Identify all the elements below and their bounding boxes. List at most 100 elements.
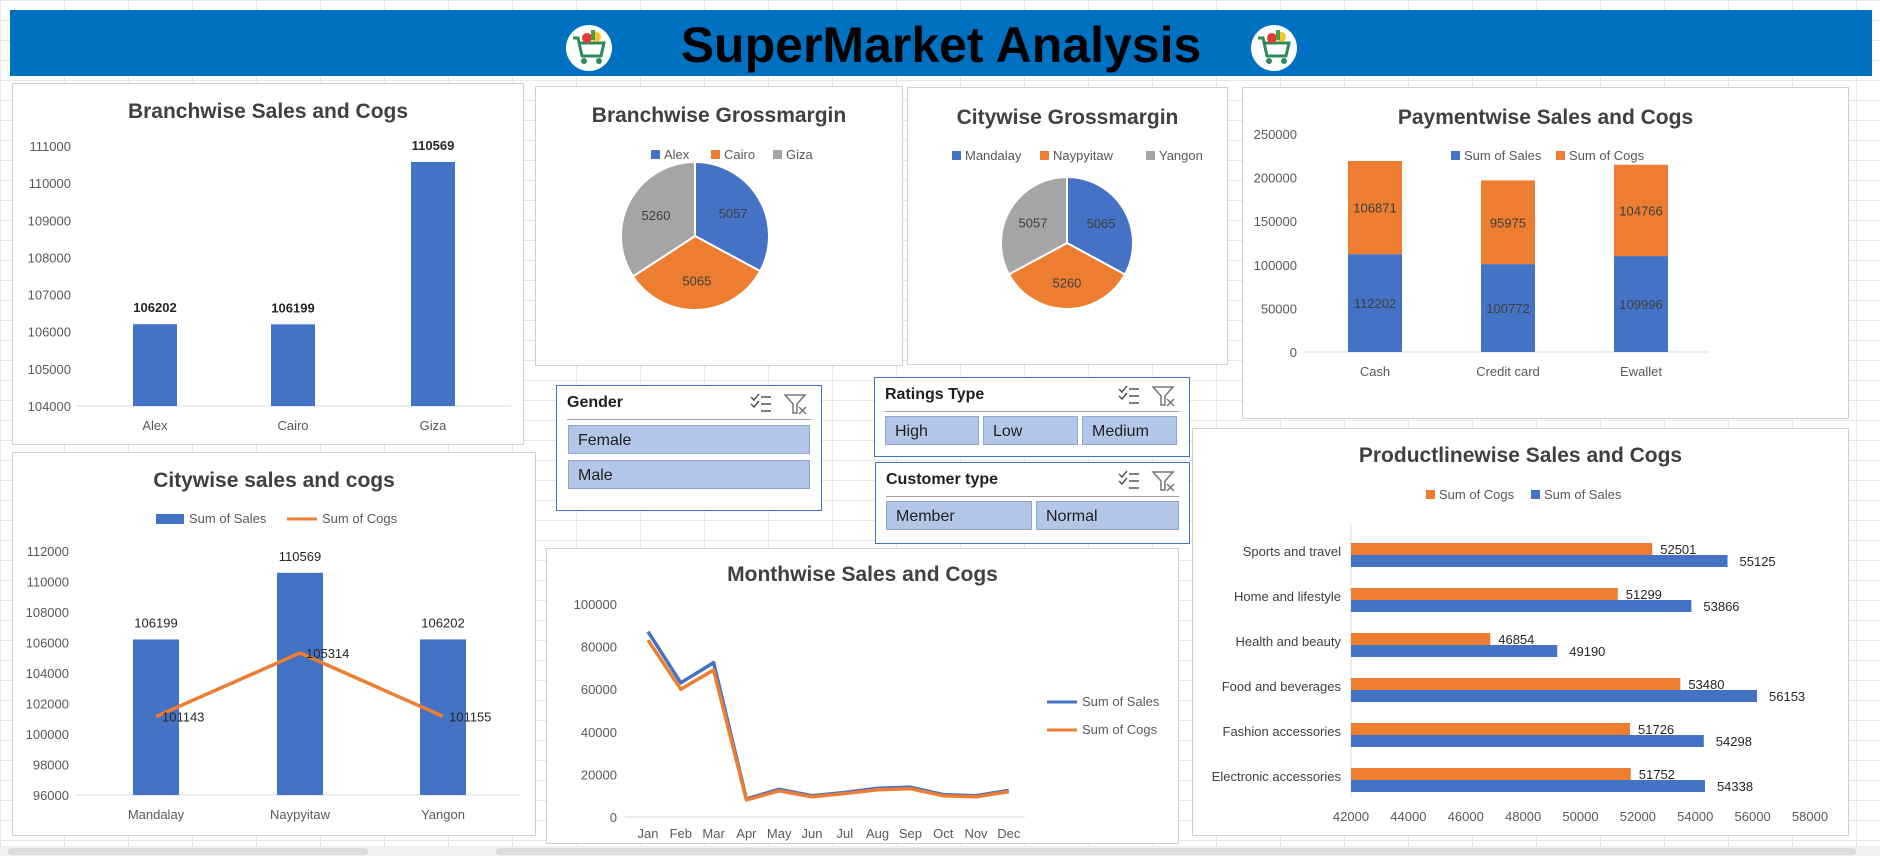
legend-label: Mandalay bbox=[965, 148, 1022, 163]
x-tick-label: 50000 bbox=[1562, 809, 1598, 824]
x-tick-label: Nov bbox=[964, 826, 988, 841]
x-tick-label: 58000 bbox=[1792, 809, 1828, 824]
data-label: 5260 bbox=[1052, 276, 1081, 291]
slicer-item-medium[interactable]: Medium bbox=[1082, 416, 1177, 445]
y-tick-label: 108000 bbox=[26, 605, 69, 620]
data-label: 54298 bbox=[1716, 734, 1752, 749]
x-tick-label: Giza bbox=[420, 418, 448, 433]
y-tick-label: 104000 bbox=[26, 666, 69, 681]
page-title: SuperMarket Analysis bbox=[680, 17, 1202, 73]
x-tick-label: Aug bbox=[866, 826, 889, 841]
x-tick-label: Sep bbox=[899, 826, 922, 841]
y-tick-label: 0 bbox=[1290, 345, 1297, 360]
title-banner: SuperMarket Analysis bbox=[10, 10, 1872, 76]
data-label: 49190 bbox=[1569, 644, 1605, 659]
x-tick-label: Cairo bbox=[277, 418, 308, 433]
y-tick-label: 108000 bbox=[28, 250, 71, 265]
y-tick-label: 106000 bbox=[28, 325, 71, 340]
branch-sales-plot: 104000 105000 106000 107000 108000 109000 1100… bbox=[28, 138, 511, 433]
scrollbar-thumb[interactable] bbox=[8, 848, 368, 855]
data-label: 109996 bbox=[1619, 297, 1662, 312]
legend-swatch bbox=[1040, 151, 1049, 160]
clear-filter-icon bbox=[783, 394, 807, 415]
city-sales-chart[interactable]: Citywise sales and cogs 96000 98000 100000… bbox=[12, 452, 536, 836]
data-label: 112202 bbox=[1354, 296, 1396, 311]
slicer-item-member[interactable]: Member bbox=[886, 501, 1032, 530]
y-tick-label: 80000 bbox=[581, 640, 617, 655]
slicer-title: Gender bbox=[567, 394, 624, 411]
city-margin-chart[interactable]: Citywise Grossmargin 5065 5260 5057 Mandala… bbox=[907, 87, 1228, 365]
ratings-slicer[interactable]: Ratings Type High Low Medium bbox=[874, 377, 1190, 457]
x-tick-label: Alex bbox=[142, 418, 168, 433]
data-label: 52501 bbox=[1660, 542, 1696, 557]
bar-sales bbox=[1351, 690, 1758, 702]
x-tick-label: Oct bbox=[933, 826, 954, 841]
legend-label: Sum of Sales bbox=[1544, 487, 1622, 502]
x-tick-label: Mar bbox=[702, 826, 725, 841]
x-tick-label: Jun bbox=[802, 826, 823, 841]
x-tick-label: 44000 bbox=[1390, 809, 1426, 824]
data-label: 53866 bbox=[1703, 599, 1739, 614]
y-tick-label: 112000 bbox=[27, 544, 69, 559]
legend-swatch bbox=[1531, 490, 1540, 499]
y-tick-label: 96000 bbox=[33, 788, 69, 803]
data-label: 54338 bbox=[1717, 779, 1753, 794]
slicer-item-normal[interactable]: Normal bbox=[1036, 501, 1179, 530]
legend-label: Sum of Sales bbox=[189, 511, 267, 526]
y-tick-label: Fashion accessories bbox=[1223, 724, 1342, 739]
data-label: 55125 bbox=[1740, 554, 1776, 569]
legend-label: Sum of Cogs bbox=[1082, 722, 1158, 737]
y-tick-label: 250000 bbox=[1254, 127, 1297, 142]
y-tick-label: 0 bbox=[610, 810, 617, 825]
y-tick-label: Sports and travel bbox=[1243, 544, 1341, 559]
data-label: 106199 bbox=[134, 615, 177, 630]
x-tick-label: Jan bbox=[638, 826, 659, 841]
legend-label: Giza bbox=[786, 147, 814, 162]
x-tick-label: 42000 bbox=[1333, 809, 1369, 824]
legend-swatch bbox=[1556, 151, 1565, 160]
slicer-item-male[interactable]: Male bbox=[568, 460, 810, 489]
slicer-icons bbox=[750, 393, 807, 415]
y-tick-label: Home and lifestyle bbox=[1234, 589, 1341, 604]
slicer-item-high[interactable]: High bbox=[885, 416, 979, 445]
legend-label: Cairo bbox=[724, 147, 755, 162]
y-tick-label: 20000 bbox=[581, 767, 617, 782]
data-label: 100772 bbox=[1486, 301, 1529, 316]
product-chart[interactable]: Productlinewise Sales and Cogs 42000 4400… bbox=[1192, 428, 1849, 836]
y-tick-label: 98000 bbox=[33, 758, 69, 773]
data-label: 106871 bbox=[1353, 201, 1396, 216]
bar-sales bbox=[1351, 645, 1558, 657]
y-tick-label: 50000 bbox=[1261, 301, 1297, 316]
gender-slicer[interactable]: Gender Female Male bbox=[556, 385, 822, 511]
bar-cogs bbox=[1351, 723, 1631, 735]
branch-sales-chart[interactable]: Branchwise Sales and Cogs 104000 105000 10… bbox=[12, 83, 524, 445]
y-tick-label: 100000 bbox=[574, 597, 617, 612]
payment-plot: 0 50000 100000 150000 200000 250000 112202 1068… bbox=[1254, 127, 1708, 379]
legend-label: Sum of Cogs bbox=[322, 511, 398, 526]
data-label: 5057 bbox=[719, 206, 748, 221]
slicer-item-female[interactable]: Female bbox=[568, 425, 810, 454]
slicer-icons bbox=[1118, 385, 1175, 407]
y-tick-label: 102000 bbox=[26, 697, 69, 712]
y-tick-label: 110000 bbox=[27, 575, 69, 590]
customer-type-slicer[interactable]: Customer type Member Normal bbox=[875, 462, 1190, 544]
legend-swatch bbox=[1426, 490, 1435, 499]
city-sales-plot: 96000 98000 100000 102000 104000 106000 108000… bbox=[26, 511, 519, 822]
legend-swatch bbox=[773, 150, 782, 159]
x-tick-label: Feb bbox=[670, 826, 692, 841]
x-tick-label: Ewallet bbox=[1620, 364, 1662, 379]
month-chart[interactable]: Monthwise Sales and Cogs 0 20000 40000 6000… bbox=[546, 548, 1179, 844]
x-tick-label: Cash bbox=[1360, 364, 1390, 379]
legend-label: Naypyitaw bbox=[1053, 148, 1114, 163]
y-tick-label: 111000 bbox=[30, 139, 71, 154]
y-tick-label: 100000 bbox=[26, 727, 69, 742]
legend-label: Sum of Cogs bbox=[1439, 487, 1515, 502]
data-label: 5260 bbox=[642, 208, 671, 223]
slicer-item-low[interactable]: Low bbox=[983, 416, 1078, 445]
x-tick-label: 48000 bbox=[1505, 809, 1541, 824]
scrollbar-thumb[interactable] bbox=[496, 848, 1856, 855]
payment-chart[interactable]: Paymentwise Sales and Cogs 0 50000 100000 1… bbox=[1242, 87, 1849, 419]
branch-margin-chart[interactable]: Branchwise Grossmargin 5057 5065 5260 Alex C… bbox=[535, 86, 903, 366]
data-label: 56153 bbox=[1769, 689, 1805, 704]
legend-swatch bbox=[651, 150, 660, 159]
